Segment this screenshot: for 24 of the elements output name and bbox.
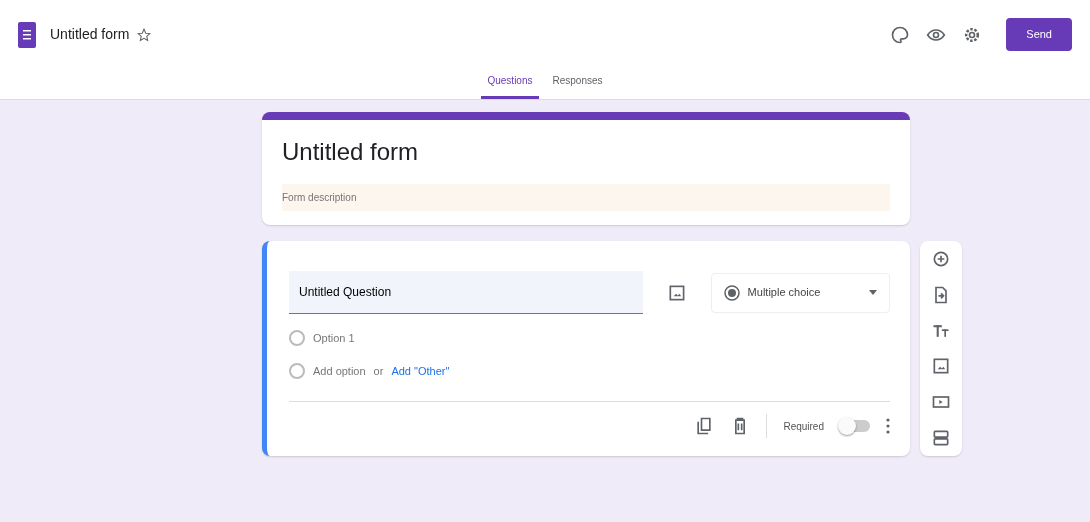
required-label: Required xyxy=(783,419,824,434)
section-icon[interactable] xyxy=(931,428,951,448)
tab[interactable]: Responses xyxy=(546,69,609,99)
or-label: or xyxy=(373,363,384,379)
question-type-dropdown[interactable]: Multiple choice xyxy=(710,272,890,313)
forms-logo-icon[interactable] xyxy=(18,21,36,48)
option-label[interactable]: Option 1 xyxy=(313,330,355,347)
star-icon[interactable] xyxy=(137,27,152,42)
tab[interactable]: Questions xyxy=(481,69,539,99)
image-icon[interactable] xyxy=(931,356,951,377)
add-question-icon[interactable] xyxy=(931,249,951,269)
add-option-link[interactable]: Add option xyxy=(313,362,366,379)
add-other-link[interactable]: Add "Other" xyxy=(391,362,450,379)
description-field[interactable]: Form description xyxy=(282,184,890,211)
form-title[interactable]: Untitled form xyxy=(50,24,130,45)
radio-icon xyxy=(723,284,740,301)
radio-button[interactable] xyxy=(289,330,305,347)
form-title-heading[interactable]: Untitled form xyxy=(282,134,890,170)
palette-icon[interactable] xyxy=(890,24,911,45)
required-toggle[interactable] xyxy=(840,420,870,432)
more-icon[interactable] xyxy=(886,418,890,434)
question-title-field[interactable]: Untitled Question xyxy=(289,271,643,314)
caret-icon xyxy=(869,290,877,295)
send-button[interactable]: Send xyxy=(1006,18,1072,51)
